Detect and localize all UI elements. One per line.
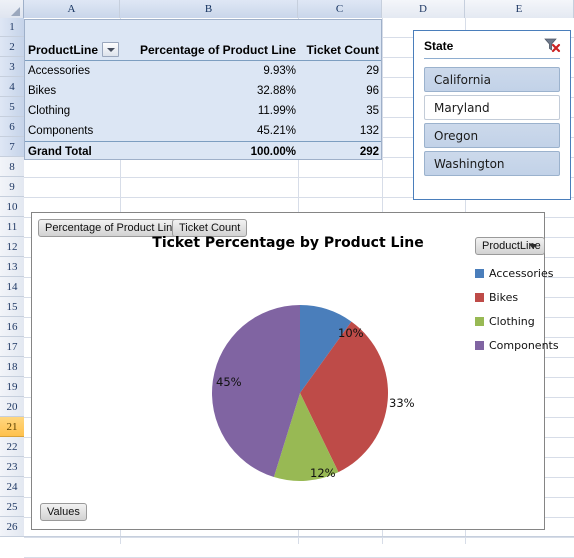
clear-filter-icon[interactable] <box>543 37 561 53</box>
column-header-d[interactable]: D <box>382 0 465 18</box>
row-header-11[interactable]: 11 <box>0 217 24 237</box>
row-header-13[interactable]: 13 <box>0 257 24 277</box>
row-header-2[interactable]: 2 <box>0 37 24 57</box>
row-header-17[interactable]: 17 <box>0 337 24 357</box>
state-slicer[interactable]: State California Maryland Oregon Washing… <box>413 30 571 200</box>
legend-label-components: Components <box>489 338 559 352</box>
pivot-cell-percentage-0[interactable]: 9.93% <box>122 61 296 81</box>
legend-label-bikes: Bikes <box>489 290 519 304</box>
row-header-4[interactable]: 4 <box>0 77 24 97</box>
row-header-15[interactable]: 15 <box>0 297 24 317</box>
pie-data-label-0: 10% <box>338 326 364 340</box>
pivot-cell-percentage-2[interactable]: 11.99% <box>122 101 296 121</box>
row-header-8[interactable]: 8 <box>0 157 24 177</box>
row-header-25[interactable]: 25 <box>0 497 24 517</box>
column-header-a[interactable]: A <box>24 0 120 18</box>
pivot-header-percentage[interactable]: Percentage of Product Line <box>122 39 296 61</box>
pie-data-label-3: 45% <box>216 375 242 389</box>
legend-swatch-components <box>475 340 484 350</box>
legend-item-bikes[interactable]: Bikes <box>475 285 545 309</box>
pivot-cell-product-0[interactable]: Accessories <box>28 61 120 81</box>
row-header-3[interactable]: 3 <box>0 57 24 77</box>
column-header-c[interactable]: C <box>298 0 382 18</box>
pivot-cell-product-1[interactable]: Bikes <box>28 81 120 101</box>
chart-values-button[interactable]: Values <box>40 503 87 521</box>
pivot-cell-count-3[interactable]: 132 <box>300 121 379 141</box>
column-header-row: A B C D E <box>0 0 574 18</box>
pivot-cell-percentage-1[interactable]: 32.88% <box>122 81 296 101</box>
column-header-e[interactable]: E <box>465 0 574 18</box>
column-header-b[interactable]: B <box>120 0 298 18</box>
pivot-header-ticketcount[interactable]: Ticket Count <box>300 39 379 61</box>
row-header-21[interactable]: 21 <box>0 417 24 437</box>
select-all-corner-icon[interactable] <box>0 0 24 18</box>
row-header-10[interactable]: 10 <box>0 197 24 217</box>
row-header-23[interactable]: 23 <box>0 457 24 477</box>
chevron-down-icon <box>529 243 537 249</box>
pivot-cell-count-1[interactable]: 96 <box>300 81 379 101</box>
row-header-24[interactable]: 24 <box>0 477 24 497</box>
legend-item-clothing[interactable]: Clothing <box>475 309 545 333</box>
pivot-cell-product-2[interactable]: Clothing <box>28 101 120 121</box>
row-header-9[interactable]: 9 <box>0 177 24 197</box>
row-header-5[interactable]: 5 <box>0 97 24 117</box>
legend-label-clothing: Clothing <box>489 314 535 328</box>
legend-field-button-productline[interactable]: ProductLine <box>475 237 545 255</box>
legend-swatch-bikes <box>475 292 484 302</box>
row-header-7[interactable]: 7 <box>0 137 24 157</box>
slicer-item-washington[interactable]: Washington <box>424 151 560 176</box>
filter-dropdown-icon[interactable] <box>102 42 119 57</box>
pivot-header-productline[interactable]: ProductLine <box>28 39 98 61</box>
legend-item-accessories[interactable]: Accessories <box>475 261 553 285</box>
worksheet-grid[interactable]: A B C D E 1 2 3 4 5 6 7 8 9 10 11 12 13 14 15 16 17 18 19 2… <box>0 0 574 558</box>
pie-data-label-2: 12% <box>310 466 336 480</box>
pivot-grandtotal-label: Grand Total <box>28 145 92 158</box>
legend-item-components[interactable]: Components <box>475 333 559 357</box>
row-header-6[interactable]: 6 <box>0 117 24 137</box>
chart-title: Ticket Percentage by Product Line <box>152 235 424 251</box>
row-header-1[interactable]: 1 <box>0 18 24 37</box>
row-header-column: 1 2 3 4 5 6 7 8 9 10 11 12 13 14 15 16 17 18 19 20 21 22 23 24 2… <box>0 18 24 537</box>
legend-swatch-accessories <box>475 268 484 278</box>
pivot-cell-count-2[interactable]: 35 <box>300 101 379 121</box>
row-header-26[interactable]: 26 <box>0 517 24 537</box>
pivot-chart[interactable]: Percentage of Product Line Ticket Count … <box>31 212 559 530</box>
pivot-cell-count-0[interactable]: 29 <box>300 61 379 81</box>
pie-data-label-1: 33% <box>389 396 415 410</box>
legend-label-accessories: Accessories <box>489 266 554 280</box>
slicer-divider <box>424 58 560 59</box>
row-header-19[interactable]: 19 <box>0 377 24 397</box>
row-header-18[interactable]: 18 <box>0 357 24 377</box>
row-header-22[interactable]: 22 <box>0 437 24 457</box>
row-header-16[interactable]: 16 <box>0 317 24 337</box>
pivot-cell-percentage-3[interactable]: 45.21% <box>122 121 296 141</box>
sheet-bottom-edge <box>24 536 574 537</box>
pivot-grandtotal-count: 292 <box>359 145 379 158</box>
row-header-20[interactable]: 20 <box>0 397 24 417</box>
pivot-cell-product-3[interactable]: Components <box>28 121 120 141</box>
pivot-grandtotal-percentage: 100.00% <box>250 145 296 158</box>
chart-legend: Accessories Bikes Clothing Components <box>475 261 559 357</box>
row-header-14[interactable]: 14 <box>0 277 24 297</box>
row-header-12[interactable]: 12 <box>0 237 24 257</box>
slicer-item-california[interactable]: California <box>424 67 560 92</box>
slicer-item-oregon[interactable]: Oregon <box>424 123 560 148</box>
slicer-item-maryland[interactable]: Maryland <box>424 95 560 120</box>
slicer-title: State <box>424 39 454 53</box>
legend-swatch-clothing <box>475 316 484 326</box>
